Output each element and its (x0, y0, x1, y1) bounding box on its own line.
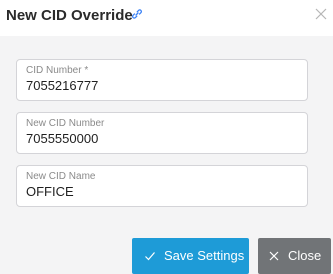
save-settings-label: Save Settings (164, 248, 245, 263)
new-cid-name-label: New CID Name (26, 171, 96, 182)
cid-number-field[interactable]: CID Number * 7055216777 (16, 59, 308, 101)
check-icon (145, 252, 155, 261)
link-icon[interactable] (131, 8, 143, 20)
save-settings-button[interactable]: Save Settings (132, 238, 249, 274)
close-button[interactable]: Close (258, 238, 331, 274)
new-cid-number-value[interactable]: 7055550000 (26, 131, 98, 146)
close-icon (269, 251, 279, 261)
dialog-header: New CID Override (0, 0, 333, 36)
cid-override-dialog: New CID Override CID Number * 7055216777… (0, 0, 333, 274)
dialog-title: New CID Override (6, 7, 133, 24)
new-cid-number-label: New CID Number (26, 118, 105, 129)
new-cid-name-field[interactable]: New CID Name OFFICE (16, 165, 308, 207)
cid-number-value[interactable]: 7055216777 (26, 78, 98, 93)
new-cid-number-field[interactable]: New CID Number 7055550000 (16, 112, 308, 154)
close-icon[interactable] (313, 6, 329, 22)
close-label: Close (288, 248, 322, 263)
new-cid-name-value[interactable]: OFFICE (26, 184, 74, 199)
cid-number-label: CID Number * (26, 65, 89, 76)
